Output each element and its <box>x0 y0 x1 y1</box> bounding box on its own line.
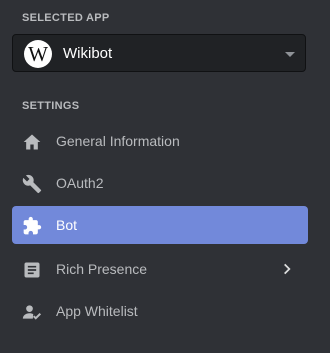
sidebar-item-label: Bot <box>56 217 78 233</box>
sidebar-item-label: Rich Presence <box>56 261 148 277</box>
app-settings-sidebar: SELECTED APP W Wikibot SETTINGS General … <box>0 0 330 353</box>
sidebar-item-label: General Information <box>56 133 180 149</box>
sidebar-item-app-whitelist[interactable]: App Whitelist <box>12 292 308 330</box>
sidebar-item-bot[interactable]: Bot <box>12 206 308 244</box>
puzzle-piece-icon <box>22 216 42 236</box>
selected-app-heading: SELECTED APP <box>22 12 110 24</box>
selected-app-name: Wikibot <box>63 45 113 62</box>
app-selector-dropdown[interactable]: W Wikibot <box>12 34 306 72</box>
caret-down-icon <box>285 52 295 57</box>
user-check-icon <box>22 302 42 322</box>
chevron-right-icon <box>280 262 294 276</box>
settings-heading: SETTINGS <box>22 100 80 112</box>
home-icon <box>22 132 42 152</box>
sidebar-item-label: OAuth2 <box>56 175 104 191</box>
sidebar-item-label: App Whitelist <box>56 303 138 319</box>
document-icon <box>22 260 42 280</box>
sidebar-item-rich-presence[interactable]: Rich Presence <box>12 250 308 288</box>
wikipedia-logo-icon: W <box>24 40 52 68</box>
sidebar-item-general-information[interactable]: General Information <box>12 122 308 160</box>
sidebar-item-oauth2[interactable]: OAuth2 <box>12 164 308 202</box>
wrench-icon <box>22 174 42 194</box>
